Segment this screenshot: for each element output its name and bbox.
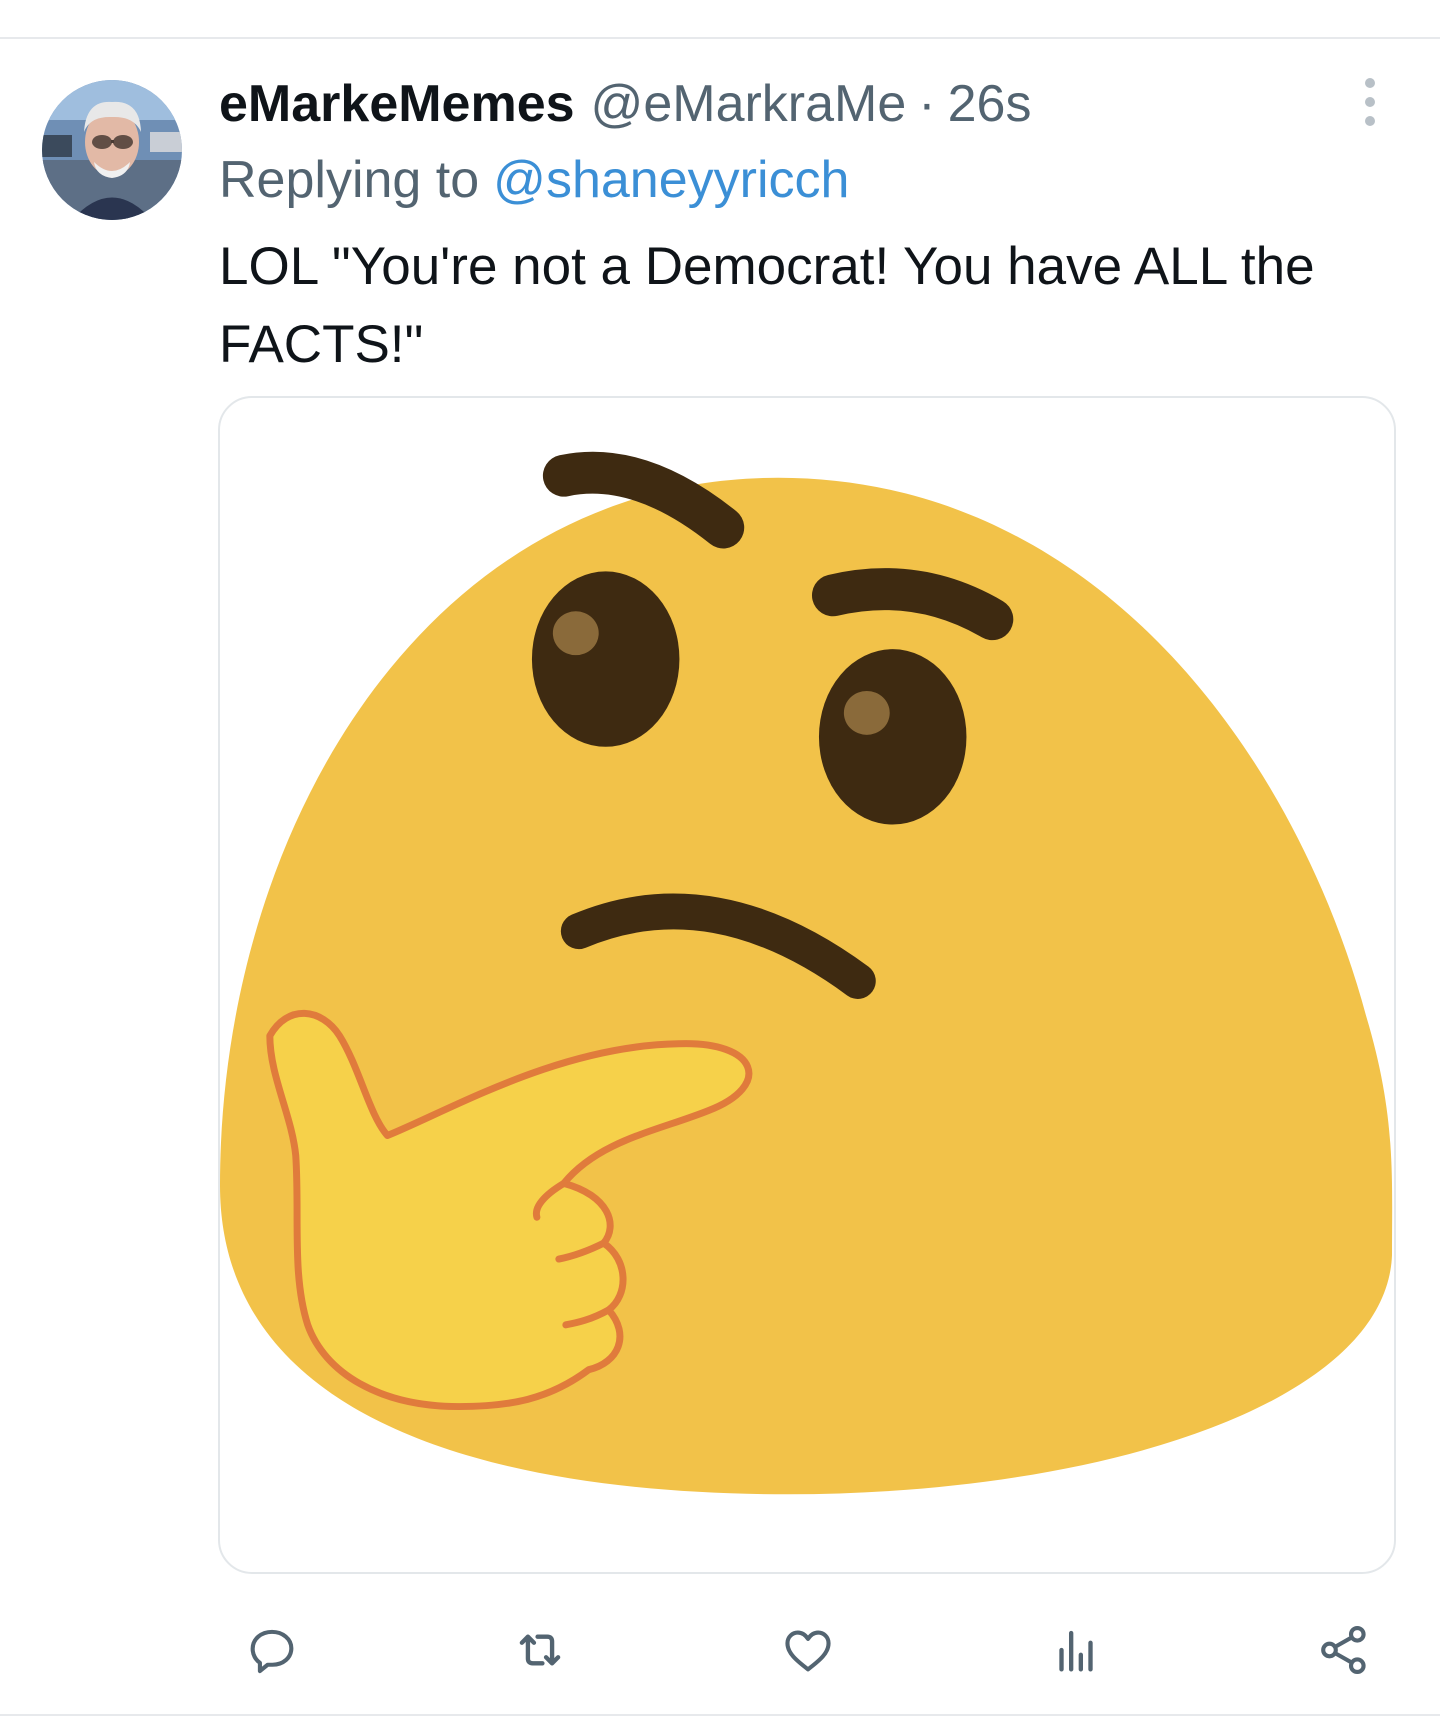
replying-prefix: Replying to (219, 151, 480, 209)
reply-button[interactable] (232, 1610, 312, 1690)
retweet-icon (519, 1634, 561, 1666)
avatar[interactable] (42, 80, 182, 220)
retweet-button[interactable] (500, 1610, 580, 1690)
views-icon (1059, 1630, 1093, 1672)
tweet-header: eMarkeMemes @eMarkraMe · 26s (219, 72, 1031, 136)
replying-to: Replying to @shaneyyricch (219, 148, 849, 212)
timestamp[interactable]: 26s (948, 72, 1032, 136)
bottom-divider (0, 1714, 1440, 1716)
user-handle[interactable]: @eMarkraMe (591, 72, 907, 136)
top-divider (0, 37, 1440, 39)
separator-dot: · (918, 75, 936, 133)
views-button[interactable] (1036, 1610, 1116, 1690)
reply-icon (250, 1629, 294, 1674)
tweet-action-bar (218, 1610, 1396, 1690)
replying-to-handle-link[interactable]: @shaneyyricch (493, 151, 849, 209)
share-button[interactable] (1304, 1610, 1384, 1690)
media-image[interactable] (218, 396, 1396, 1574)
more-options-icon[interactable] (1352, 78, 1388, 126)
tweet-text: LOL "You're not a Democrat! You have ALL… (219, 237, 1315, 374)
display-name[interactable]: eMarkeMemes (219, 72, 575, 136)
share-icon (1321, 1625, 1366, 1675)
avatar-image (42, 80, 182, 220)
thinking-face-emoji-icon (220, 451, 1393, 1495)
like-icon (785, 1630, 831, 1672)
like-button[interactable] (768, 1610, 848, 1690)
